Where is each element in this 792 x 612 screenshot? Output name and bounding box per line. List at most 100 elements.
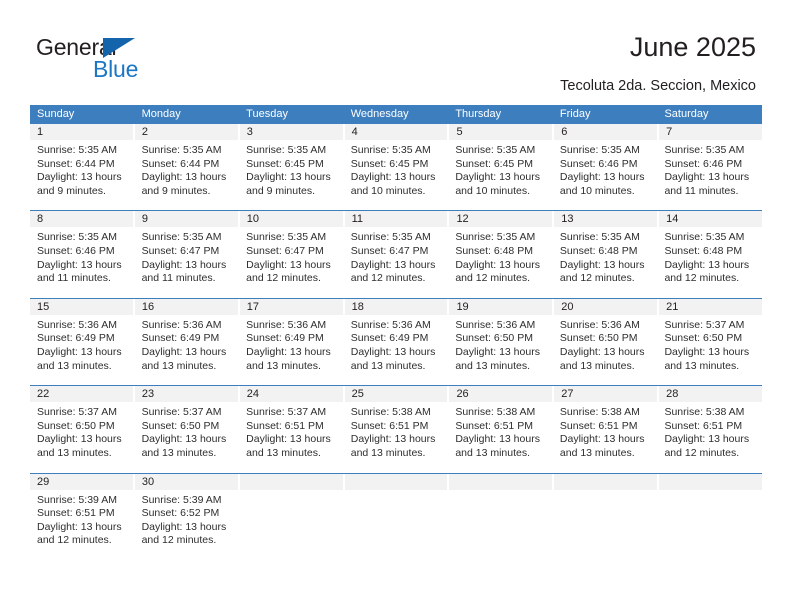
calendar-week-row: 1 2 3 4 5 6 7 Sunrise: 5:35 AM Sunset: 6:44 PM Da… [30, 124, 763, 203]
day-number-24[interactable]: 24 [239, 386, 345, 403]
sunset-text: Sunset: 6:44 PM [141, 157, 220, 170]
sunset-text: Sunset: 6:51 PM [246, 419, 324, 432]
sunset-text: Sunset: 6:50 PM [559, 332, 638, 345]
day-cell-14[interactable]: Sunrise: 5:35 AM Sunset: 6:48 PM Daylight:… [657, 227, 762, 289]
day-cell-15[interactable]: Sunrise: 5:36 AM Sunset: 6:49 PM Daylight:… [30, 315, 135, 377]
day-cell-2[interactable]: Sunrise: 5:35 AM Sunset: 6:44 PM Daylight:… [135, 140, 240, 202]
day-number-2[interactable]: 2 [134, 124, 240, 140]
sunset-text: Sunset: 6:50 PM [664, 332, 743, 345]
sunrise-text: Sunrise: 5:35 AM [455, 231, 536, 244]
calendar-grid: Sunday Monday Tuesday Wednesday Thursday Frid… [30, 105, 763, 552]
day-number-6[interactable]: 6 [554, 124, 660, 140]
daylight-text: Daylight: 13 hours and 13 minutes. [664, 345, 750, 372]
day-cell-7[interactable]: Sunrise: 5:35 AM Sunset: 6:46 PM Daylight:… [657, 140, 762, 202]
day-number-19[interactable]: 19 [449, 298, 555, 315]
week-daynumber-band: 29 30 [30, 473, 763, 490]
day-cell-5[interactable]: Sunrise: 5:35 AM Sunset: 6:45 PM Daylight:… [448, 140, 553, 202]
brand-logo[interactable]: General Blue [36, 34, 196, 84]
sunrise-text: Sunrise: 5:38 AM [350, 406, 431, 419]
page-title: June 2025 [629, 32, 756, 62]
day-number-12[interactable]: 12 [449, 211, 555, 228]
sunset-text: Sunset: 6:49 PM [141, 332, 220, 345]
day-cell-1[interactable]: Sunrise: 5:35 AM Sunset: 6:44 PM Daylight:… [30, 140, 135, 202]
sunset-text: Sunset: 6:51 PM [350, 419, 429, 432]
day-number-14[interactable]: 14 [659, 211, 763, 228]
day-number-3[interactable]: 3 [239, 124, 345, 140]
day-cell-29[interactable]: Sunrise: 5:39 AM Sunset: 6:51 PM Daylight:… [30, 490, 135, 552]
day-number-17[interactable]: 17 [239, 298, 345, 315]
day-number-8[interactable]: 8 [30, 211, 135, 228]
weekday-header-thursday: Thursday [455, 108, 502, 120]
day-number-11[interactable]: 11 [344, 211, 450, 228]
day-cell-3[interactable]: Sunrise: 5:35 AM Sunset: 6:45 PM Daylight:… [239, 140, 344, 202]
day-cell-9[interactable]: Sunrise: 5:35 AM Sunset: 6:47 PM Daylight:… [135, 227, 240, 289]
sunrise-text: Sunrise: 5:37 AM [664, 318, 745, 331]
day-cell-17[interactable]: Sunrise: 5:36 AM Sunset: 6:49 PM Daylight:… [239, 315, 344, 377]
day-cell-25[interactable]: Sunrise: 5:38 AM Sunset: 6:51 PM Daylight:… [344, 402, 449, 464]
day-cell-19[interactable]: Sunrise: 5:36 AM Sunset: 6:50 PM Daylight:… [448, 315, 553, 377]
sunrise-text: Sunrise: 5:35 AM [350, 144, 431, 156]
day-cell-empty [344, 490, 449, 552]
day-cell-24[interactable]: Sunrise: 5:37 AM Sunset: 6:51 PM Daylight:… [239, 402, 344, 464]
day-number-15[interactable]: 15 [30, 298, 135, 315]
sunrise-text: Sunrise: 5:35 AM [37, 231, 117, 244]
day-cell-28[interactable]: Sunrise: 5:38 AM Sunset: 6:51 PM Daylight:… [657, 402, 762, 464]
sunset-text: Sunset: 6:51 PM [37, 507, 115, 520]
day-cell-16[interactable]: Sunrise: 5:36 AM Sunset: 6:49 PM Daylight:… [135, 315, 240, 377]
day-number-1[interactable]: 1 [30, 124, 135, 140]
day-number-23[interactable]: 23 [134, 386, 240, 403]
day-number-4[interactable]: 4 [344, 124, 450, 140]
calendar-week-row: 15 16 17 18 19 20 21 Sunrise: 5:36 AM Sunset: 6:… [30, 297, 763, 378]
day-number-5[interactable]: 5 [449, 124, 555, 140]
day-cell-21[interactable]: Sunrise: 5:37 AM Sunset: 6:50 PM Daylight:… [657, 315, 762, 377]
day-number-25[interactable]: 25 [344, 386, 450, 403]
sunrise-text: Sunrise: 5:36 AM [559, 318, 640, 331]
day-cell-18[interactable]: Sunrise: 5:36 AM Sunset: 6:49 PM Daylight:… [344, 315, 449, 377]
page-header: General Blue June 2025 Tecoluta 2da. Sec… [0, 0, 792, 100]
day-cell-11[interactable]: Sunrise: 5:35 AM Sunset: 6:47 PM Daylight:… [344, 227, 449, 289]
day-cell-6[interactable]: Sunrise: 5:35 AM Sunset: 6:46 PM Daylight:… [553, 140, 658, 202]
week-detail-band: Sunrise: 5:39 AM Sunset: 6:51 PM Daylight:… [30, 489, 762, 552]
day-cell-27[interactable]: Sunrise: 5:38 AM Sunset: 6:51 PM Daylight:… [553, 402, 658, 464]
sunset-text: Sunset: 6:50 PM [37, 419, 115, 432]
sunset-text: Sunset: 6:49 PM [246, 332, 324, 345]
day-number-empty [554, 473, 660, 490]
day-number-22[interactable]: 22 [30, 386, 135, 403]
day-number-26[interactable]: 26 [449, 386, 555, 403]
sunset-text: Sunset: 6:46 PM [37, 244, 115, 257]
day-cell-26[interactable]: Sunrise: 5:38 AM Sunset: 6:51 PM Daylight:… [448, 402, 553, 464]
day-cell-23[interactable]: Sunrise: 5:37 AM Sunset: 6:50 PM Daylight:… [135, 402, 240, 464]
daylight-text: Daylight: 13 hours and 9 minutes. [141, 171, 227, 197]
day-number-13[interactable]: 13 [554, 211, 660, 228]
day-number-10[interactable]: 10 [239, 211, 345, 228]
day-number-20[interactable]: 20 [554, 298, 660, 315]
week-daynumber-band: 22 23 24 25 26 27 28 [30, 386, 763, 403]
sunset-text: Sunset: 6:45 PM [455, 157, 533, 170]
day-cell-empty [448, 490, 553, 552]
day-cell-13[interactable]: Sunrise: 5:35 AM Sunset: 6:48 PM Daylight:… [553, 227, 658, 289]
sunset-text: Sunset: 6:49 PM [37, 332, 115, 345]
daylight-text: Daylight: 13 hours and 10 minutes. [455, 171, 540, 197]
day-cell-30[interactable]: Sunrise: 5:39 AM Sunset: 6:52 PM Daylight:… [135, 490, 240, 552]
day-number-7[interactable]: 7 [659, 124, 763, 140]
day-number-30[interactable]: 30 [134, 473, 240, 490]
calendar-page: General Blue June 2025 Tecoluta 2da. Sec… [0, 0, 792, 612]
day-cell-12[interactable]: Sunrise: 5:35 AM Sunset: 6:48 PM Daylight:… [448, 227, 553, 289]
day-cell-10[interactable]: Sunrise: 5:35 AM Sunset: 6:47 PM Daylight:… [239, 227, 344, 289]
weekday-header-monday: Monday [141, 108, 181, 120]
day-number-28[interactable]: 28 [659, 386, 763, 403]
daylight-text: Daylight: 13 hours and 13 minutes. [141, 433, 227, 459]
day-number-16[interactable]: 16 [134, 298, 240, 315]
day-cell-22[interactable]: Sunrise: 5:37 AM Sunset: 6:50 PM Daylight:… [30, 402, 135, 464]
day-number-18[interactable]: 18 [344, 298, 450, 315]
day-cell-8[interactable]: Sunrise: 5:35 AM Sunset: 6:46 PM Daylight:… [30, 227, 135, 289]
daylight-text: Daylight: 13 hours and 13 minutes. [559, 345, 645, 372]
sunset-text: Sunset: 6:49 PM [350, 332, 429, 345]
day-number-27[interactable]: 27 [554, 386, 660, 403]
day-number-21[interactable]: 21 [659, 298, 763, 315]
day-cell-20[interactable]: Sunrise: 5:36 AM Sunset: 6:50 PM Daylight:… [553, 315, 658, 377]
week-detail-band: Sunrise: 5:36 AM Sunset: 6:49 PM Daylight:… [30, 314, 762, 378]
day-number-29[interactable]: 29 [30, 473, 135, 490]
day-number-9[interactable]: 9 [134, 211, 240, 228]
day-cell-4[interactable]: Sunrise: 5:35 AM Sunset: 6:45 PM Daylight:… [344, 140, 449, 202]
